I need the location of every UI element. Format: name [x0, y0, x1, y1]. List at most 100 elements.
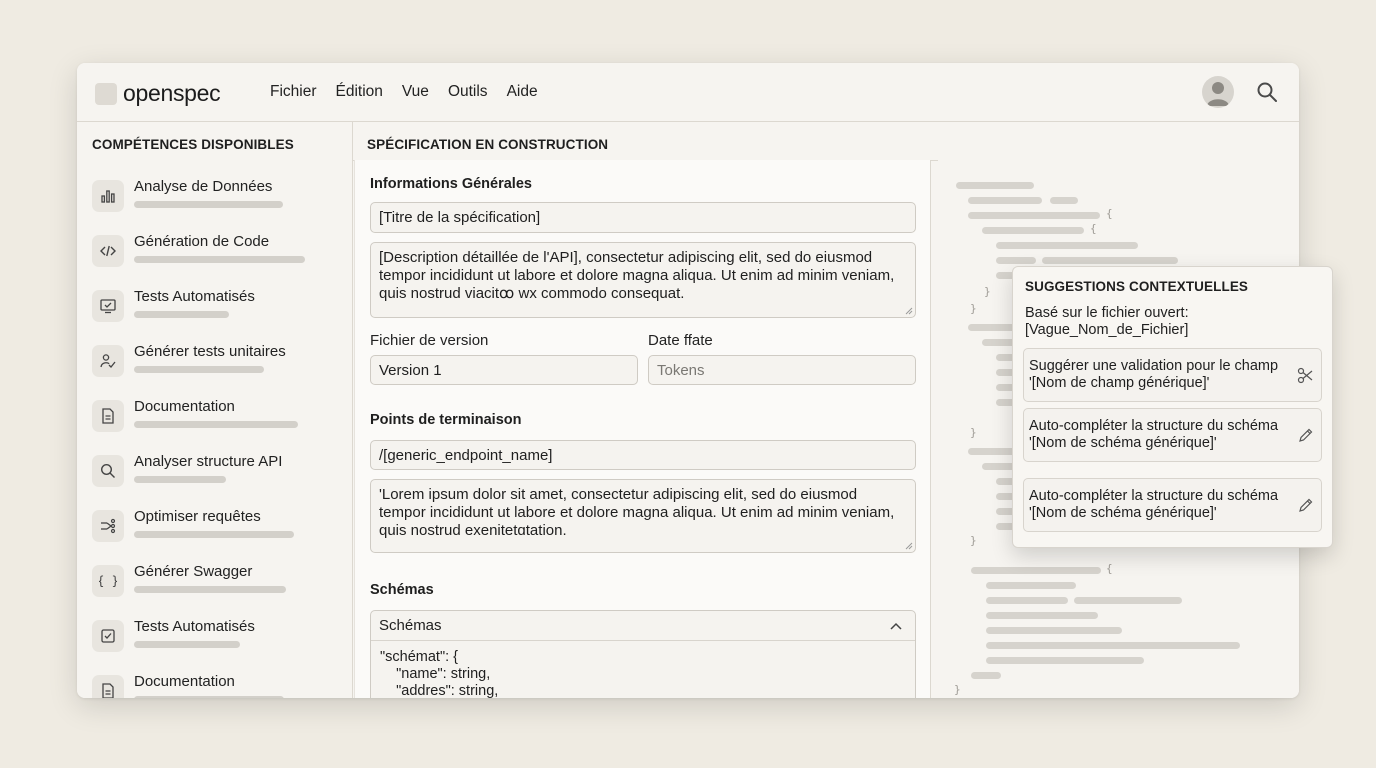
code-brace: }	[954, 683, 961, 696]
code-line	[986, 642, 1240, 649]
sidebar-item-label: Tests Automatisés	[134, 288, 255, 305]
sidebar-item-label: Analyse de Données	[134, 178, 273, 195]
schemas-accordion-header[interactable]: Schémas	[371, 611, 915, 641]
suggestion-line2: '[Nom de champ générique]'	[1029, 375, 1210, 391]
date-input[interactable]: Tokens	[648, 355, 916, 385]
code-line	[971, 672, 1001, 679]
code-line	[968, 324, 1018, 331]
logo[interactable]: openspec	[95, 80, 221, 107]
version-label: Fichier de version	[370, 332, 489, 349]
spec-description-text: [Description détaillée de l'API], consec…	[379, 249, 895, 302]
bar-chart-icon	[92, 180, 124, 212]
code-line	[1050, 197, 1078, 204]
sidebar-item-optimize-queries[interactable]: Optimiser requêtes	[92, 508, 342, 552]
endpoint-path-input[interactable]: /[generic_endpoint_name]	[370, 440, 916, 470]
code-line	[982, 227, 1084, 234]
sidebar-item-code-generation[interactable]: Génération de Code	[92, 233, 342, 277]
skill-progress-bar	[134, 641, 240, 648]
sidebar-title: COMPÉTENCES DISPONIBLES	[92, 137, 294, 152]
suggestions-subtitle-line1: Basé sur le fichier ouvert:	[1025, 305, 1189, 321]
code-brace: {	[1090, 222, 1097, 235]
code-line	[986, 582, 1076, 589]
sidebar-item-api-structure[interactable]: Analyser structure API	[92, 453, 342, 497]
logo-mark-icon	[95, 82, 117, 105]
spec-form: Informations Générales [Titre de la spéc…	[354, 160, 931, 698]
main-title: SPÉCIFICATION EN CONSTRUCTION	[367, 137, 609, 152]
scissors-icon	[1297, 367, 1313, 384]
document-icon	[92, 400, 124, 432]
code-brace: }	[970, 426, 977, 439]
code-line	[986, 627, 1122, 634]
suggestion-line1: Auto-compléter la structure du schéma	[1029, 418, 1279, 434]
sidebar-item-label: Documentation	[134, 673, 235, 690]
suggestion-line2: '[Nom de schéma générique]'	[1029, 505, 1217, 521]
app-name: openspec	[123, 80, 221, 106]
menu-bar: Fichier Édition Vue Outils Aide	[270, 83, 557, 101]
spec-title-input[interactable]: [Titre de la spécification]	[370, 202, 916, 233]
endpoint-description-textarea[interactable]: 'Lorem ipsum dolor sit amet, consectetur…	[370, 479, 916, 553]
code-brace: }	[984, 285, 991, 298]
sidebar-item-label: Générer Swagger	[134, 563, 253, 580]
menu-view[interactable]: Vue	[402, 83, 429, 101]
sidebar-item-data-analysis[interactable]: Analyse de Données	[92, 178, 342, 222]
menu-help[interactable]: Aide	[507, 83, 538, 101]
sidebar-item-label: Analyser structure API	[134, 453, 283, 470]
skill-progress-bar	[134, 586, 286, 593]
general-info-title: Informations Générales	[370, 176, 532, 192]
sidebar-item-automated-tests-2[interactable]: Tests Automatisés	[92, 618, 342, 662]
sidebar-item-label: Génération de Code	[134, 233, 270, 250]
pencil-icon	[1299, 428, 1313, 442]
skill-progress-bar	[134, 311, 229, 318]
suggestion-item-autocomplete-2[interactable]: Auto-compléter la structure du schéma '[…	[1023, 478, 1322, 532]
menu-file[interactable]: Fichier	[270, 83, 317, 101]
suggestion-item-validation[interactable]: Suggérer une validation pour le champ '[…	[1023, 348, 1322, 402]
search-icon[interactable]	[1255, 80, 1279, 104]
code-brace: }	[970, 302, 977, 315]
spec-description-textarea[interactable]: [Description détaillée de l'API], consec…	[370, 242, 916, 318]
schemas-accordion: Schémas "schémat": { "name": string, "ad…	[370, 610, 916, 698]
suggestion-line1: Auto-compléter la structure du schéma	[1029, 488, 1279, 504]
sidebar-item-swagger[interactable]: { } Générer Swagger	[92, 563, 342, 607]
resize-handle-icon[interactable]	[905, 542, 913, 550]
avatar[interactable]	[1202, 76, 1234, 108]
skill-progress-bar	[134, 531, 294, 538]
skill-progress-bar	[134, 201, 283, 208]
menu-edit[interactable]: Édition	[336, 83, 383, 101]
code-line	[971, 567, 1101, 574]
suggestions-popover: SUGGESTIONS CONTEXTUELLES Basé sur le fi…	[1012, 266, 1333, 548]
schema-code: "schémat": { "name": string, "addres": s…	[380, 649, 499, 698]
code-line	[996, 242, 1138, 249]
suggestions-filename: [Vague_Nom_de_Fichier]	[1025, 322, 1189, 338]
user-icon	[1207, 82, 1229, 106]
sidebar-item-unit-tests[interactable]: Générer tests unitaires	[92, 343, 342, 387]
user-check-icon	[92, 345, 124, 377]
sidebar-item-automated-tests[interactable]: Tests Automatisés	[92, 288, 342, 332]
sidebar-item-label: Générer tests unitaires	[134, 343, 286, 360]
sidebar-item-documentation-2[interactable]: Documentation	[92, 673, 342, 698]
search-icon	[92, 455, 124, 487]
code-line	[1074, 597, 1182, 604]
schemas-accordion-label: Schémas	[379, 617, 442, 634]
date-label: Date ffate	[648, 332, 713, 349]
monitor-check-icon	[92, 290, 124, 322]
skill-progress-bar	[134, 421, 298, 428]
svg-text:{ }: { }	[99, 574, 117, 588]
main-header: SPÉCIFICATION EN CONSTRUCTION	[353, 122, 1299, 161]
sidebar-item-documentation[interactable]: Documentation	[92, 398, 342, 442]
suggestion-line1: Suggérer une validation pour le champ	[1029, 358, 1279, 374]
resize-handle-icon[interactable]	[905, 307, 913, 315]
code-line	[986, 657, 1144, 664]
code-brace: }	[970, 534, 977, 547]
version-input[interactable]: Version 1	[370, 355, 638, 385]
skills-sidebar: COMPÉTENCES DISPONIBLES Analyse de Donné…	[77, 122, 353, 698]
pencil-icon	[1299, 498, 1313, 512]
chevron-up-icon[interactable]	[889, 619, 903, 633]
suggestion-item-autocomplete[interactable]: Auto-compléter la structure du schéma '[…	[1023, 408, 1322, 462]
suggestions-subtitle: Basé sur le fichier ouvert: [Vague_Nom_d…	[1025, 305, 1189, 339]
skill-progress-bar	[134, 696, 284, 698]
menu-tools[interactable]: Outils	[448, 83, 488, 101]
code-line	[968, 212, 1100, 219]
skill-progress-bar	[134, 476, 226, 483]
code-line	[986, 612, 1098, 619]
code-brace: {	[1106, 207, 1113, 220]
